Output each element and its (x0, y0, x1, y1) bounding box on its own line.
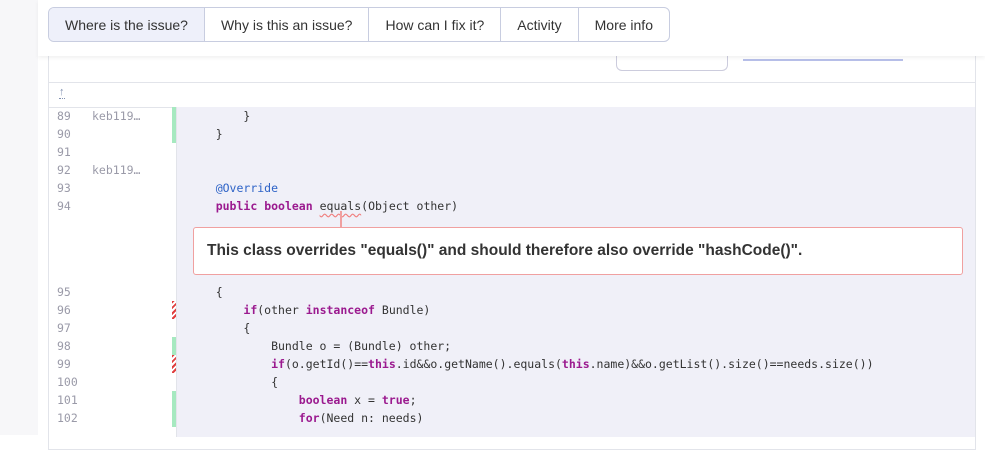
expand-up-icon[interactable]: ↑ (59, 86, 65, 99)
keyword: public (215, 199, 258, 213)
code-token: (o.getId()== (284, 357, 369, 371)
code-text: { (188, 373, 278, 391)
keyword: boolean (298, 393, 348, 407)
line-number[interactable]: 92 (57, 161, 71, 179)
code-text: Bundle o = (Bundle) other; (188, 337, 451, 355)
code-text: } (188, 125, 223, 143)
code-text: if(o.getId()==this.id&&o.getName().equal… (188, 355, 874, 373)
code-text: { (188, 319, 250, 337)
issue-row: This class overrides "equals()" and shou… (48, 211, 976, 283)
issue-pointer (340, 211, 342, 227)
code-token: { (188, 321, 251, 335)
keyword: for (298, 411, 320, 425)
issue-marker (172, 301, 176, 319)
code-token: Bundle) (374, 303, 431, 317)
new-code-marker (172, 337, 176, 355)
code-text: } (188, 107, 250, 125)
code-line: 98 Bundle o = (Bundle) other; (48, 337, 976, 355)
code-text: boolean x = true; (188, 391, 417, 409)
code-viewer: 89 keb119… } 90 } 91 92 keb119… 93 @Override 94… (48, 107, 976, 427)
code-text: if(other instanceof Bundle) (188, 301, 430, 319)
blame-author[interactable]: keb119… (92, 161, 140, 179)
line-number[interactable]: 90 (57, 125, 71, 143)
tab-why[interactable]: Why is this an issue? (203, 8, 369, 41)
line-number[interactable]: 102 (57, 409, 78, 427)
line-number[interactable]: 97 (57, 319, 71, 337)
code-token: (Object other) (361, 199, 459, 213)
expand-row[interactable]: ↑ (49, 83, 975, 108)
code-text: for(Need n: needs) (188, 409, 424, 427)
keyword: true (381, 393, 410, 407)
code-line: 89 keb119… } (48, 107, 976, 125)
code-line: 90 } (48, 125, 976, 143)
tab-fix[interactable]: How can I fix it? (368, 8, 500, 41)
keyword: boolean (264, 199, 313, 213)
tab-more-info[interactable]: More info (577, 8, 669, 41)
new-code-marker (172, 391, 176, 409)
code-token: (other (257, 303, 306, 317)
new-code-marker (172, 107, 176, 125)
code-line: 94 public boolean equals(Object other) (48, 197, 976, 215)
code-line: 95 { (48, 283, 976, 301)
code-token: } (188, 127, 223, 141)
blame-author[interactable]: keb119… (92, 107, 140, 125)
issue-message[interactable]: This class overrides "equals()" and shou… (193, 227, 963, 275)
line-number[interactable]: 101 (57, 391, 78, 409)
code-token: (Need n: needs) (319, 411, 424, 425)
code-line: 93 @Override (48, 179, 976, 197)
code-token: .id&&o.getName().equals( (395, 357, 562, 371)
annotation: @Override (215, 181, 279, 195)
code-token: .name)&&o.getList().size()==needs.size()… (589, 357, 874, 371)
line-number[interactable]: 100 (57, 373, 78, 391)
code-text: @Override (188, 179, 278, 197)
code-line: 91 (48, 143, 976, 161)
line-number[interactable]: 93 (57, 179, 71, 197)
line-number[interactable]: 98 (57, 337, 71, 355)
issue-marker (172, 355, 176, 373)
code-token: { (188, 285, 223, 299)
code-token: { (188, 375, 279, 389)
line-number[interactable]: 95 (57, 283, 71, 301)
code-text: public boolean equals(Object other) (188, 197, 458, 215)
code-line: 92 keb119… (48, 161, 976, 179)
line-number[interactable]: 94 (57, 197, 71, 215)
code-token: } (188, 109, 251, 123)
tab-activity[interactable]: Activity (500, 8, 577, 41)
code-line: 101 boolean x = true; (48, 391, 976, 409)
code-line: 102 for(Need n: needs) (48, 409, 976, 427)
line-number[interactable]: 99 (57, 355, 71, 373)
code-token: Bundle o = (Bundle) other; (188, 339, 452, 353)
keyword: if (243, 303, 258, 317)
keyword: instanceof (305, 303, 375, 317)
line-number[interactable]: 91 (57, 143, 71, 161)
line-number[interactable]: 89 (57, 107, 71, 125)
line-number[interactable]: 96 (57, 301, 71, 319)
code-line: 96 if(other instanceof Bundle) (48, 301, 976, 319)
tab-where[interactable]: Where is the issue? (49, 8, 204, 41)
code-line: 97 { (48, 319, 976, 337)
keyword: if (271, 357, 285, 371)
left-strip (0, 0, 38, 435)
code-text: { (188, 283, 223, 301)
code-line: 100 { (48, 373, 976, 391)
header-link[interactable] (743, 59, 903, 61)
code-token: x = (347, 393, 382, 407)
code-line: 99 if(o.getId()==this.id&&o.getName().eq… (48, 355, 976, 373)
new-code-marker (172, 409, 176, 427)
code-token: ; (409, 393, 417, 407)
issue-tabs: Where is the issue? Why is this an issue… (48, 7, 670, 42)
new-code-marker (172, 125, 176, 143)
keyword: this (368, 357, 396, 371)
keyword: this (561, 357, 590, 371)
